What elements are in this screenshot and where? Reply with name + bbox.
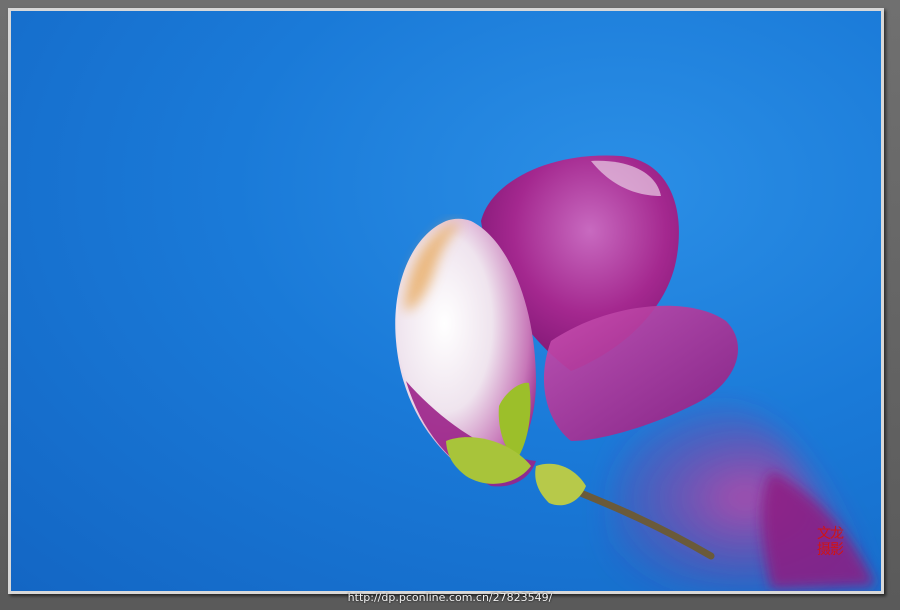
source-url-caption: http://dp.pconline.com.cn/27823549/ [347, 591, 553, 604]
magnolia-illustration [395, 155, 881, 591]
frame: 文龙 摄影 http://dp.pconline.com.cn/27823549… [0, 0, 900, 610]
seal-line-2: 摄影 [817, 542, 844, 558]
blurred-petal [609, 404, 881, 591]
photo [11, 11, 881, 591]
seal-line-1: 文龙 [817, 526, 844, 542]
photographer-seal: 文龙 摄影 [812, 526, 848, 562]
